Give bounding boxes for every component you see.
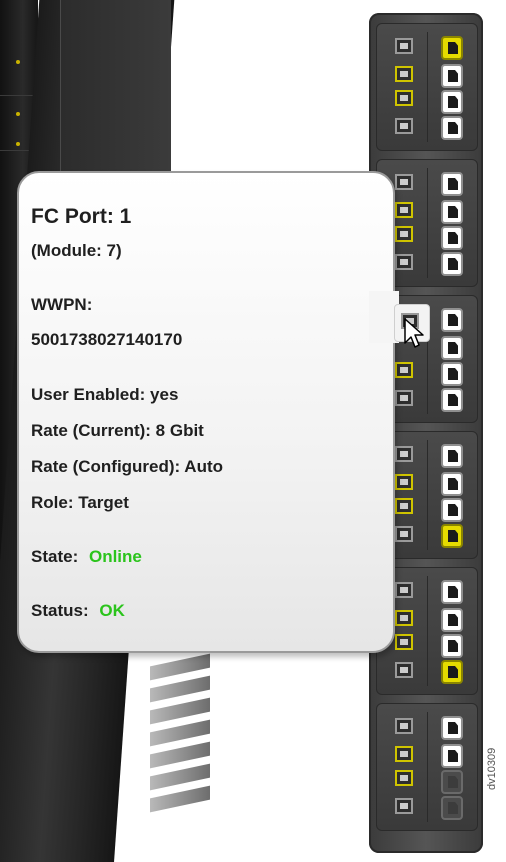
ethernet-port[interactable] (441, 770, 463, 794)
port-module (376, 23, 478, 151)
fc-port[interactable] (395, 174, 413, 190)
fc-port[interactable] (395, 610, 413, 626)
ethernet-port[interactable] (441, 200, 463, 224)
ethernet-port[interactable] (441, 498, 463, 522)
ethernet-port[interactable] (441, 172, 463, 196)
rack-top-panel (60, 0, 171, 185)
fc-port[interactable] (395, 770, 413, 786)
ethernet-port[interactable] (441, 472, 463, 496)
ethernet-port[interactable] (441, 388, 463, 412)
ethernet-port[interactable] (441, 64, 463, 88)
fc-port[interactable] (395, 526, 413, 542)
ethernet-port[interactable] (441, 252, 463, 276)
ethernet-port[interactable] (441, 336, 463, 360)
ethernet-port[interactable] (441, 226, 463, 250)
fc-port[interactable] (395, 362, 413, 378)
status-value: OK (99, 601, 125, 620)
fc-port[interactable] (395, 498, 413, 514)
mouse-cursor-icon (404, 318, 424, 348)
module-label: (Module: 7) (31, 241, 122, 260)
state-label: State: (31, 547, 79, 566)
ethernet-port[interactable] (441, 90, 463, 114)
rate-current-field: Rate (Current): 8 Gbit (31, 421, 204, 440)
state-field: State: Online (31, 547, 142, 567)
port-module (376, 703, 478, 831)
fc-port[interactable] (395, 390, 413, 406)
state-value: Online (88, 547, 142, 566)
ethernet-port[interactable] (441, 116, 463, 140)
status-field: Status: OK (31, 601, 125, 621)
ethernet-port[interactable] (441, 716, 463, 740)
fc-port[interactable] (395, 474, 413, 490)
fc-port[interactable] (395, 446, 413, 462)
image-watermark: dv10309 (486, 747, 498, 790)
role-field: Role: Target (31, 493, 129, 512)
ethernet-port[interactable] (441, 580, 463, 604)
ethernet-port[interactable] (441, 362, 463, 386)
ethernet-port[interactable] (441, 660, 463, 684)
ethernet-port[interactable] (441, 796, 463, 820)
fc-port[interactable] (395, 718, 413, 734)
port-title: FC Port: 1 (31, 205, 132, 228)
fc-port[interactable] (395, 202, 413, 218)
fc-port[interactable] (395, 90, 413, 106)
user-enabled-field: User Enabled: yes (31, 385, 179, 404)
ethernet-port[interactable] (441, 634, 463, 658)
status-label: Status: (31, 601, 89, 620)
ethernet-port[interactable] (441, 36, 463, 60)
fc-port[interactable] (395, 38, 413, 54)
fc-port[interactable] (395, 746, 413, 762)
fc-port[interactable] (395, 118, 413, 134)
wwpn-label: WWPN: (31, 295, 93, 314)
ethernet-port[interactable] (441, 524, 463, 548)
ethernet-port[interactable] (441, 608, 463, 632)
fc-port[interactable] (395, 662, 413, 678)
fc-port[interactable] (395, 226, 413, 242)
fc-port[interactable] (395, 66, 413, 82)
rate-configured-field: Rate (Configured): Auto (31, 457, 224, 476)
ethernet-port[interactable] (441, 308, 463, 332)
ethernet-port[interactable] (441, 444, 463, 468)
rack-logo (150, 653, 210, 830)
wwpn-value: 5001738027140170 (31, 330, 183, 349)
fc-port[interactable] (395, 254, 413, 270)
ethernet-port[interactable] (441, 744, 463, 768)
fc-port[interactable] (395, 634, 413, 650)
fc-port[interactable] (395, 798, 413, 814)
fc-port[interactable] (395, 582, 413, 598)
